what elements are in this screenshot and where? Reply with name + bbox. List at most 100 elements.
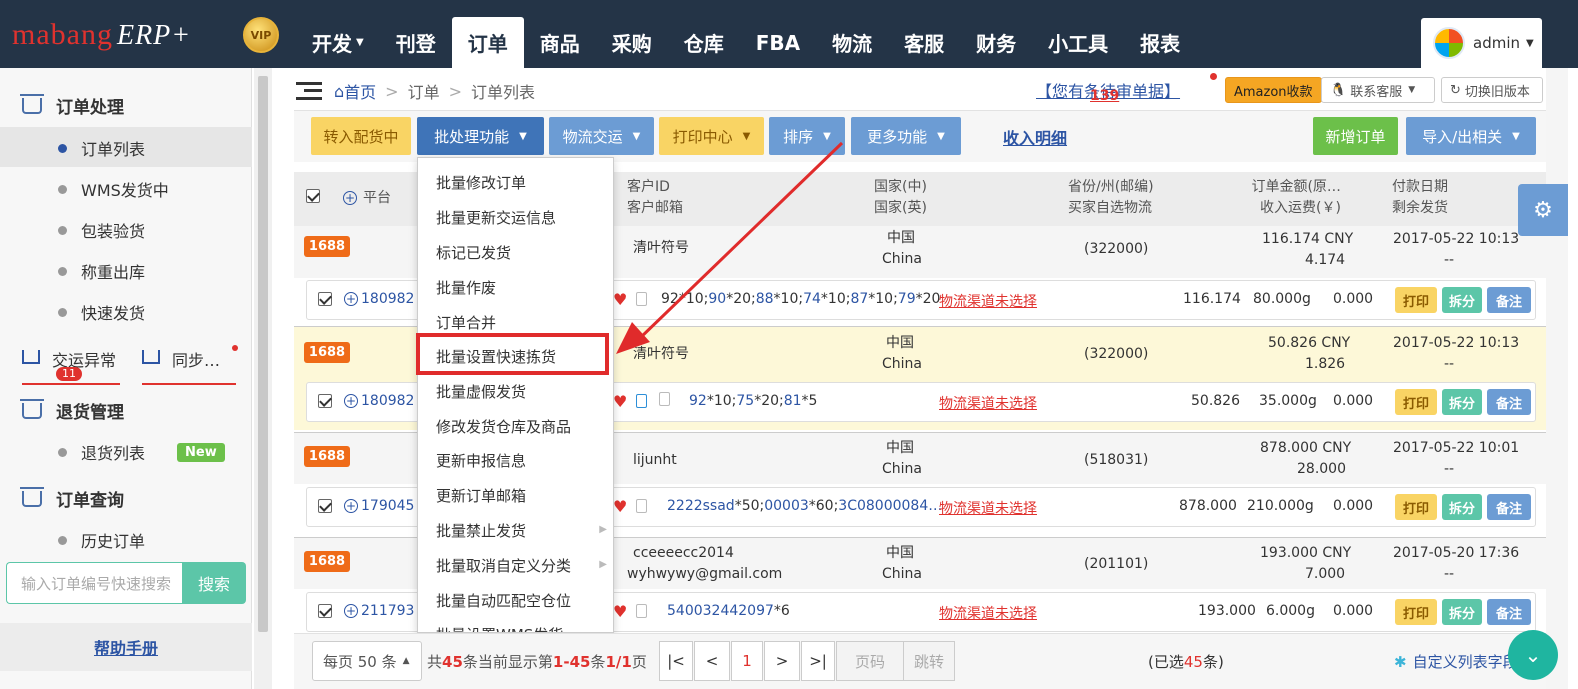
scrollbar-thumb[interactable] [258, 76, 268, 632]
search-button[interactable]: 搜索 [182, 562, 246, 604]
note-button[interactable]: 备注 [1487, 494, 1531, 520]
logistics-unselected-link[interactable]: 物流渠道未选择 [939, 498, 1037, 518]
sidebar-tab-sync[interactable]: 同步… [142, 345, 238, 385]
select-all-checkbox[interactable] [306, 189, 320, 203]
nav-tools[interactable]: 小工具 [1032, 17, 1124, 68]
chevron-down-fab[interactable]: ⌄ [1508, 630, 1558, 680]
note-button[interactable]: 备注 [1487, 389, 1531, 415]
nav-products[interactable]: 商品 [524, 17, 596, 68]
help-manual-link[interactable]: 帮助手册 [0, 623, 252, 671]
nav-develop[interactable]: 开发 ▼ [296, 17, 380, 68]
nav-purchase[interactable]: 采购 [596, 17, 668, 68]
sidebar-item-weighing[interactable]: 称重出库 [58, 259, 145, 283]
page-1-button[interactable]: 1 [731, 641, 763, 681]
order-id[interactable]: 180982 [361, 291, 414, 307]
transfer-button[interactable]: 转入配货中 [311, 117, 411, 155]
switch-version-button[interactable]: ↻ 切换旧版本 [1441, 77, 1543, 103]
amazon-payment-button[interactable]: Amazon收款 [1225, 77, 1322, 103]
split-button[interactable]: 拆分 [1442, 599, 1482, 625]
platform-header[interactable]: + 平台 [343, 188, 391, 209]
gear-icon[interactable]: ⚙ [1518, 184, 1568, 236]
sidebar-item-order-list[interactable]: 订单列表 [58, 136, 145, 160]
batch-functions-button[interactable]: 批处理功能 ▼ [417, 117, 544, 155]
nav-logistics[interactable]: 物流 [816, 17, 888, 68]
order-id[interactable]: 180982 [361, 393, 414, 409]
expand-icon[interactable]: + [344, 604, 358, 618]
row-checkbox[interactable] [318, 499, 332, 513]
menu-item-cancel-category[interactable]: 批量取消自定义分类 [436, 555, 571, 576]
user-menu[interactable]: admin ▼ [1421, 18, 1542, 68]
expand-icon[interactable]: + [344, 292, 358, 306]
jump-button[interactable]: 跳转 [903, 641, 955, 681]
menu-item-update-dispatch[interactable]: 批量更新交运信息 [436, 207, 556, 228]
logo[interactable]: mabang ERP+ [12, 18, 191, 52]
clipboard-icon[interactable] [659, 392, 670, 406]
first-page-button[interactable]: |< [659, 641, 693, 681]
income-details-link[interactable]: 收入明细 [1003, 125, 1067, 149]
sidebar-item-history[interactable]: 历史订单 [58, 528, 145, 552]
clipboard-icon[interactable] [636, 292, 647, 306]
page-number-input[interactable]: 页码 [836, 641, 904, 681]
menu-item-change-warehouse[interactable]: 修改发货仓库及商品 [436, 416, 571, 437]
row-checkbox[interactable] [318, 292, 332, 306]
print-button[interactable]: 打印 [1395, 599, 1437, 625]
nav-finance[interactable]: 财务 [960, 17, 1032, 68]
per-page-select[interactable]: 每页 50 条 ▲ [312, 641, 422, 681]
sidebar-item-return-list[interactable]: 退货列表 New [58, 440, 225, 464]
print-button[interactable]: 打印 [1395, 389, 1437, 415]
menu-item-update-declaration[interactable]: 更新申报信息 [436, 450, 526, 471]
split-button[interactable]: 拆分 [1442, 389, 1482, 415]
import-export-button[interactable]: 导入/出相关 ▼ [1406, 117, 1536, 155]
split-button[interactable]: 拆分 [1442, 494, 1482, 520]
logistics-unselected-link[interactable]: 物流渠道未选择 [939, 603, 1037, 623]
menu-item-update-email[interactable]: 更新订单邮箱 [436, 485, 526, 506]
sidebar-tab-exceptions[interactable]: 交运异常 11 [22, 347, 120, 385]
expand-icon[interactable]: + [344, 394, 358, 408]
last-page-button[interactable]: >| [801, 641, 835, 681]
new-order-button[interactable]: 新增订单 [1313, 117, 1398, 155]
order-id[interactable]: 179045 [361, 498, 414, 514]
order-id[interactable]: 211793 [361, 603, 414, 619]
sidebar-section-order-query[interactable]: 订单查询 [20, 486, 124, 511]
menu-item-batch-edit[interactable]: 批量修改订单 [436, 172, 526, 193]
sidebar-item-packing[interactable]: 包装验货 [58, 218, 145, 242]
sidebar-item-wms[interactable]: WMS发货中 [58, 177, 169, 201]
order-search-input[interactable]: 输入订单编号快速搜索 [6, 562, 182, 604]
nav-orders[interactable]: 订单 [451, 17, 524, 68]
note-button[interactable]: 备注 [1487, 599, 1531, 625]
sort-button[interactable]: 排序 ▼ [769, 117, 845, 155]
expand-icon[interactable]: + [344, 499, 358, 513]
split-button[interactable]: 拆分 [1442, 287, 1482, 313]
prev-page-button[interactable]: < [694, 641, 730, 681]
nav-fba[interactable]: FBA [740, 17, 816, 68]
menu-item-fake-shipment[interactable]: 批量虚假发货 [436, 381, 526, 402]
print-center-button[interactable]: 打印中心 ▼ [659, 117, 764, 155]
main-scrollbar[interactable] [1546, 68, 1568, 689]
menu-item-auto-match-slot[interactable]: 批量自动匹配空仓位 [436, 590, 571, 611]
sidebar-scrollbar[interactable] [254, 68, 272, 689]
nav-service[interactable]: 客服 [888, 17, 960, 68]
print-button[interactable]: 打印 [1395, 494, 1437, 520]
nav-listing[interactable]: 刊登 [380, 17, 452, 68]
nav-warehouse[interactable]: 仓库 [668, 17, 740, 68]
next-page-button[interactable]: > [764, 641, 800, 681]
logistics-unselected-link[interactable]: 物流渠道未选择 [939, 291, 1037, 311]
contact-service-button[interactable]: 🐧 联系客服 ▼ [1321, 77, 1435, 103]
menu-item-mark-shipped[interactable]: 标记已发货 [436, 242, 511, 263]
breadcrumb-orders[interactable]: 订单 [408, 79, 440, 103]
print-button[interactable]: 打印 [1395, 287, 1437, 313]
vip-badge[interactable]: VIP [243, 17, 279, 53]
logistics-dispatch-button[interactable]: 物流交运 ▼ [549, 117, 654, 155]
nav-reports[interactable]: 报表 [1124, 17, 1196, 68]
custom-fields-link[interactable]: ✱ 自定义列表字段 [1394, 651, 1518, 672]
logistics-unselected-link[interactable]: 物流渠道未选择 [939, 393, 1037, 413]
row-checkbox[interactable] [318, 394, 332, 408]
menu-toggle-icon[interactable] [296, 82, 322, 100]
sidebar-section-order-processing[interactable]: 订单处理 [20, 93, 124, 118]
row-checkbox[interactable] [318, 604, 332, 618]
sidebar-item-quick-ship[interactable]: 快速发货 [58, 300, 145, 324]
sidebar-section-returns[interactable]: 退货管理 [20, 398, 124, 423]
clipboard-icon[interactable] [636, 604, 647, 618]
home-icon[interactable]: ⌂ [334, 82, 344, 101]
pending-orders-notice[interactable]: 【您有 139 条待审单据】 [1036, 78, 1180, 104]
